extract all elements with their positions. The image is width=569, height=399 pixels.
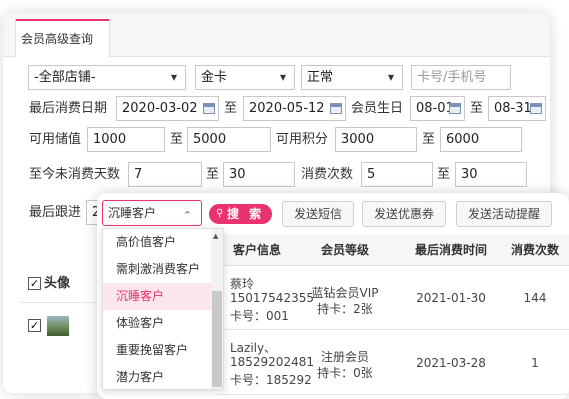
avatar-column-header: 头像 (44, 276, 71, 291)
card-phone-input[interactable]: 卡号/手机号 (411, 65, 511, 90)
consume-times-from-value: 5 (367, 167, 376, 182)
col-last-consume: 最后消费时间 (414, 243, 487, 257)
no-consume-from-value: 7 (134, 167, 143, 182)
card-type-value: 金卡 (201, 70, 228, 85)
consume-times-to-value: 30 (461, 167, 478, 182)
tab-strip: 会员高级查询 (3, 13, 550, 58)
points-from-value: 3000 (341, 132, 375, 147)
birthday-to-input[interactable]: 08-31 (488, 96, 546, 121)
select-all-checkbox[interactable]: ✓ (28, 277, 41, 290)
table-row[interactable]: 蔡玲 15017542355 卡号：001 蓝钻会员VIP 持卡：2张 2021… (217, 266, 569, 330)
search-icon: ⚲ (216, 208, 224, 219)
status-value: 正常 (307, 70, 334, 85)
balance-from-input[interactable]: 1000 (87, 127, 165, 152)
send-event-reminder-button[interactable]: 发送活动提醒 (456, 201, 552, 227)
birthday-to-value: 08-31 (494, 101, 532, 116)
card-phone-placeholder: 卡号/手机号 (417, 70, 487, 85)
range-to-label: 至 (224, 101, 238, 116)
range-to-label: 至 (422, 132, 436, 147)
dropdown-option[interactable]: 沉睡客户 (103, 283, 223, 310)
col-member-level: 会员等级 (320, 243, 369, 257)
store-select-value: -全部店铺- (34, 70, 96, 85)
followup-options-list[interactable]: 高价值客户 需刺激消费客户 沉睡客户 体验客户 重要挽留客户 潜力客户 ▲ (102, 228, 224, 390)
customer-name: 蔡玲 (230, 277, 255, 291)
points-to-value: 6000 (446, 132, 480, 147)
avatar-header-divider (20, 302, 100, 303)
customer-card: 卡号：001 (230, 309, 289, 323)
followup-select[interactable]: 沉睡客户 ⌃ (102, 200, 202, 226)
customer-name: Lazily、 (230, 341, 277, 355)
balance-to-value: 5000 (193, 132, 227, 147)
chevron-up-icon: ⌃ (182, 209, 192, 222)
no-consume-from-input[interactable]: 7 (128, 162, 202, 187)
status-select[interactable]: 正常 (301, 65, 403, 90)
balance-label: 可用储值 (29, 132, 82, 147)
balance-from-value: 1000 (93, 132, 127, 147)
last-consume-time: 2021-01-30 (416, 291, 486, 305)
calendar-icon[interactable] (530, 103, 542, 114)
store-select[interactable]: -全部店铺- (28, 65, 186, 90)
send-sms-button[interactable]: 发送短信 (282, 201, 354, 227)
range-to-label: 至 (437, 167, 451, 182)
range-to-label: 至 (206, 167, 220, 182)
table-row[interactable]: Lazily、 18529202481 卡号：185292 注册会员 持卡：0张… (217, 331, 569, 395)
row-checkbox[interactable]: ✓ (28, 319, 41, 332)
no-consume-to-input[interactable]: 30 (223, 162, 295, 187)
scroll-up-arrow-icon[interactable]: ▲ (213, 232, 218, 240)
last-consume-time: 2021-03-28 (416, 356, 486, 370)
dropdown-option[interactable]: 需刺激消费客户 (103, 256, 223, 283)
table-header: 客户信息 会员等级 最后消费时间 消费次数 (217, 234, 569, 266)
last-consume-to-value: 2020-05-12 (249, 101, 325, 116)
consume-times-label: 消费次数 (301, 167, 354, 182)
dropdown-option[interactable]: 潜力客户 (103, 364, 223, 389)
member-level: 蓝钻会员VIP (311, 286, 379, 300)
followup-label: 最后跟进 (29, 205, 82, 220)
card-type-select[interactable]: 金卡 (195, 65, 295, 90)
search-button-label: 搜 索 (227, 207, 265, 221)
avatar (47, 316, 69, 336)
last-consume-from-input[interactable]: 2020-03-02 (116, 96, 219, 121)
consume-times: 1 (531, 356, 539, 370)
tab-member-advanced-query[interactable]: 会员高级查询 (15, 19, 110, 58)
consume-times-from-input[interactable]: 5 (361, 162, 433, 187)
no-consume-days-label: 至今未消费天数 (29, 167, 121, 182)
points-from-input[interactable]: 3000 (335, 127, 417, 152)
dropdown-scrollbar[interactable]: ▲ (211, 229, 223, 389)
range-to-label: 至 (170, 132, 184, 147)
points-label: 可用积分 (276, 132, 329, 147)
points-to-input[interactable]: 6000 (440, 127, 522, 152)
dropdown-option[interactable]: 重要挽留客户 (103, 337, 223, 364)
consume-times: 144 (523, 291, 547, 305)
consume-times-to-input[interactable]: 30 (455, 162, 527, 187)
balance-to-input[interactable]: 5000 (187, 127, 271, 152)
no-consume-to-value: 30 (229, 167, 246, 182)
last-consume-to-input[interactable]: 2020-05-12 (243, 96, 346, 121)
member-level: 注册会员 (320, 350, 369, 364)
last-consume-from-value: 2020-03-02 (122, 101, 198, 116)
customer-card: 卡号：185292 (230, 373, 312, 387)
send-coupon-button[interactable]: 发送优惠券 (362, 201, 446, 227)
calendar-icon[interactable] (449, 103, 461, 114)
search-button[interactable]: ⚲ 搜 索 (209, 204, 272, 224)
dropdown-option[interactable]: 体验客户 (103, 310, 223, 337)
dropdown-option[interactable]: 高价值客户 (103, 229, 223, 256)
scrollbar-thumb[interactable] (212, 291, 222, 387)
cards-held: 持卡：2张 (317, 302, 373, 316)
calendar-icon[interactable] (330, 103, 342, 114)
birthday-from-input[interactable]: 08-01 (410, 96, 465, 121)
calendar-icon[interactable] (203, 103, 215, 114)
range-to-label: 至 (470, 101, 484, 116)
col-consume-times: 消费次数 (510, 243, 559, 257)
last-consume-label: 最后消费日期 (29, 101, 108, 116)
cards-held: 持卡：0张 (317, 366, 373, 380)
followup-select-value: 沉睡客户 (108, 206, 157, 220)
birthday-label: 会员生日 (351, 101, 404, 116)
col-customer-info: 客户信息 (232, 243, 281, 257)
